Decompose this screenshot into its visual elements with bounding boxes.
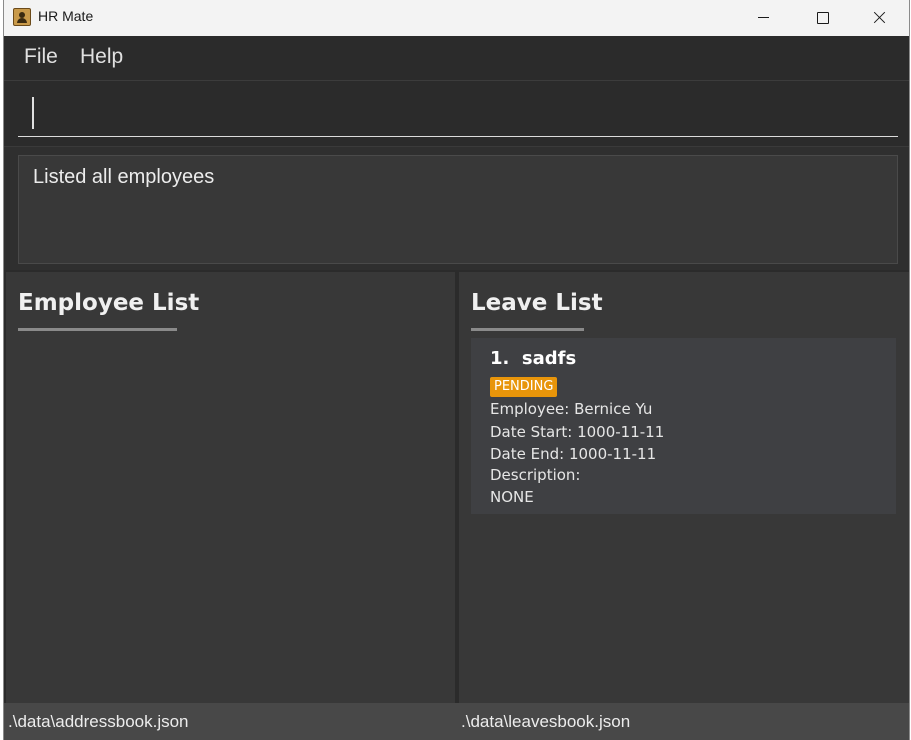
employee-list-title-underline [18,328,177,331]
leave-date-start: Date Start: 1000-11-11 [490,423,665,441]
list-panels: Employee List Leave List 1. sadfs PENDIN… [4,270,909,703]
leave-date-end: Date End: 1000-11-11 [490,445,657,463]
leave-description-label: Description: [490,466,581,484]
menu-bar: File Help [4,36,909,80]
status-bar: .\data\addressbook.json .\data\leavesboo… [4,703,909,740]
title-bar[interactable]: HR Mate [4,0,909,36]
leave-employee: Employee: Bernice Yu [490,400,653,418]
status-badge: PENDING [490,377,558,397]
window-title: HR Mate [38,8,94,24]
leave-card[interactable]: 1. sadfs PENDING Employee: Bernice Yu Da… [471,338,896,514]
app-window: HR Mate File Help Listed all employees E… [3,0,910,740]
menu-file[interactable]: File [24,45,58,69]
leave-list-title: Leave List [471,290,603,316]
leave-file-path: .\data\leavesbook.json [461,712,631,731]
text-caret [32,97,34,129]
leave-list-panel[interactable]: Leave List 1. sadfs PENDING Employee: Be… [459,272,909,703]
leave-list-title-underline [471,328,584,331]
close-button[interactable] [851,0,909,36]
app-icon [13,8,31,26]
minimize-button[interactable] [735,0,793,36]
result-display[interactable]: Listed all employees [18,155,898,264]
employee-list-title: Employee List [18,290,200,316]
leave-description: NONE [490,488,534,506]
command-box [4,80,909,146]
leave-card-title: 1. sadfs [490,348,577,369]
menu-help[interactable]: Help [80,45,123,69]
employee-list-panel[interactable]: Employee List [6,272,455,703]
maximize-button[interactable] [793,0,851,36]
command-input[interactable] [18,93,898,137]
employee-file-path: .\data\addressbook.json [8,712,189,731]
result-message: Listed all employees [33,166,215,188]
result-display-area: Listed all employees [4,146,909,270]
